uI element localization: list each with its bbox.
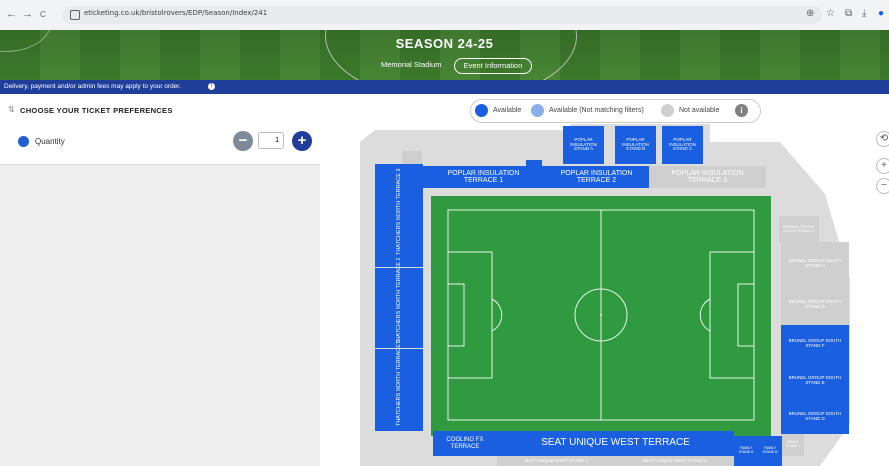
info-icon[interactable]: ! [208, 83, 215, 90]
decrease-quantity-button[interactable]: − [233, 131, 253, 151]
stand-brunel-h: BRUNEL GROUP SOUTH STAND H [781, 242, 849, 285]
extensions-icon[interactable]: ⧉ [845, 8, 852, 19]
reload-icon[interactable]: C [40, 10, 46, 19]
filter-sliders-icon: ⇅ [8, 105, 15, 114]
stand-poplar-insulation-a[interactable]: POPLAR INSULATION STAND A [563, 126, 604, 164]
stand-thatchers-north-3[interactable]: THATCHERS NORTH TERRACE 3 [375, 164, 423, 267]
stand-seat-unique-west-terrace[interactable]: SEAT UNIQUE WEST TERRACE [497, 431, 734, 456]
season-title: SEASON 24-25 [395, 36, 494, 51]
browser-toolbar: ← → C eticketing.co.uk/bristolrovers/EDP… [0, 0, 889, 31]
stand-brunel-f[interactable]: BRUNEL GROUP SOUTH STAND F [781, 325, 849, 363]
url-text: eticketing.co.uk/bristolrovers/EDP/Seaso… [84, 9, 268, 17]
address-bar[interactable]: eticketing.co.uk/bristolrovers/EDP/Seaso… [62, 6, 822, 24]
stadium-map-panel: Available Available (Not matching filter… [320, 94, 889, 466]
download-icon[interactable]: ⤓ [862, 8, 866, 19]
bookmark-star-icon[interactable]: ☆ [826, 8, 835, 19]
stand-family-a[interactable]: FAMILY STAND A [734, 436, 758, 466]
stand-brunel-g: BRUNEL GROUP SOUTH STAND G [781, 285, 849, 325]
stand-poplar-insulation-b[interactable]: POPLAR INSULATION STAND B [615, 126, 656, 164]
zoom-icon[interactable]: ⊕ [806, 8, 814, 19]
profile-icon[interactable]: ● [878, 8, 884, 19]
back-icon[interactable]: ← [6, 8, 17, 20]
preferences-panel: ⇅ CHOOSE YOUR TICKET PREFERENCES Quantit… [0, 94, 321, 466]
stand-blocked-small [402, 151, 422, 165]
increase-quantity-button[interactable]: + [292, 131, 312, 151]
stand-seat-unique-west-1: SEAT UNIQUE WEST STAND 1 [497, 456, 615, 466]
fees-notice-bar: Delivery, payment and/or admin fees may … [0, 80, 889, 94]
stand-thatchers-north-1[interactable]: THATCHERS NORTH TERRACE 1 [375, 340, 423, 431]
stand-poplar-terrace-3: POPLAR INSULATION TERRACE 3 [649, 166, 766, 188]
venue-label: Memorial Stadium [381, 60, 442, 69]
stand-poplar-insulation-c[interactable]: POPLAR INSULATION STAND C [662, 126, 703, 164]
football-pitch [431, 196, 771, 436]
quantity-label: Quantity [35, 137, 65, 146]
stand-cooling-fx-terrace[interactable]: COOLING FX TERRACE [433, 431, 497, 456]
forward-icon[interactable]: → [22, 8, 33, 20]
quantity-indicator-icon [18, 136, 29, 147]
stand-family-c: FAMILY STAND C [782, 434, 804, 456]
stand-brunel-d[interactable]: BRUNEL GROUP SOUTH STAND D [781, 399, 849, 434]
stand-poplar-terrace-1[interactable]: POPLAR INSULATION TERRACE 1 [423, 166, 544, 188]
stand-poplar-terrace-2[interactable]: POPLAR INSULATION TERRACE 2 [544, 166, 649, 188]
stand-thatchers-north-2[interactable]: THATCHERS NORTH TERRACE 2 [375, 258, 423, 348]
season-banner: SEASON 24-25 Memorial Stadium Event Info… [0, 30, 889, 80]
preferences-title: CHOOSE YOUR TICKET PREFERENCES [20, 106, 173, 115]
fees-notice-text: Delivery, payment and/or admin fees may … [4, 83, 181, 90]
quantity-input[interactable] [258, 132, 284, 149]
event-information-button[interactable]: Event Information [454, 58, 532, 74]
stand-family-b[interactable]: FAMILY STAND B [758, 436, 782, 466]
stand-seat-unique-west-2: SEAT UNIQUE WEST STAND 2 [615, 456, 734, 466]
stand-brunel-e[interactable]: BRUNEL GROUP SOUTH STAND E [781, 363, 849, 399]
stand-brunel-top: BRUNEL GROUP SOUTH STAND H [779, 216, 819, 242]
ticket-preferences-box: ⇅ CHOOSE YOUR TICKET PREFERENCES Quantit… [0, 94, 321, 165]
site-info-icon[interactable] [70, 10, 80, 20]
